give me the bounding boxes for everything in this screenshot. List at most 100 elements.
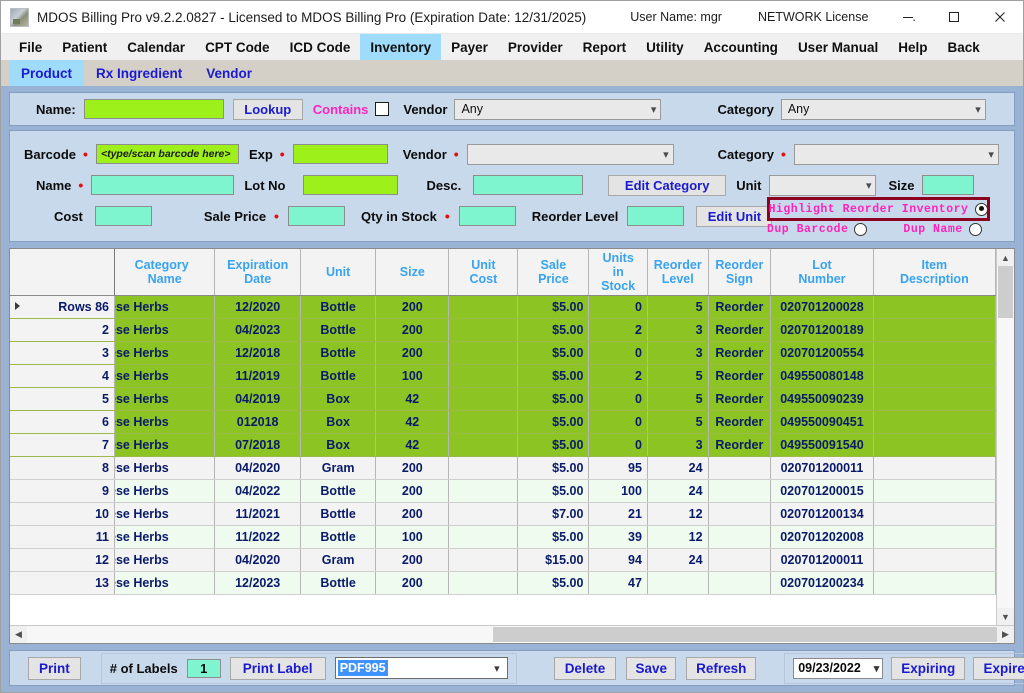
row-header-cell[interactable]: Rows 86 [10,296,115,319]
cell-category[interactable]: ese Herbs [115,480,215,503]
cell-reorder-sign[interactable]: Reorder [708,319,771,342]
column-header-reorder-sign[interactable]: ReorderSign [708,249,771,296]
expiring-button[interactable]: Expiring [891,657,965,680]
cell-category[interactable]: ese Herbs [115,342,215,365]
cell-lot-number[interactable]: 020701202008 [771,526,873,549]
cell-category[interactable]: ese Herbs [115,503,215,526]
column-header-reorder-level[interactable]: ReorderLevel [647,249,708,296]
cell-category[interactable]: ese Herbs [115,296,215,319]
contains-checkbox[interactable] [375,102,389,116]
cell-item-description[interactable] [873,319,995,342]
cell-size[interactable]: 200 [376,572,449,595]
cell-item-description[interactable] [873,457,995,480]
cell-units-in-stock[interactable]: 0 [589,342,648,365]
scroll-left-icon[interactable]: ◀ [10,626,27,643]
cell-reorder-level[interactable]: 5 [647,411,708,434]
cell-exp[interactable]: 11/2022 [215,526,301,549]
cell-units-in-stock[interactable]: 2 [589,365,648,388]
cell-size[interactable]: 200 [376,296,449,319]
cell-lot-number[interactable]: 020701200015 [771,480,873,503]
cell-size[interactable]: 200 [376,503,449,526]
cell-category[interactable]: ese Herbs [115,457,215,480]
cell-reorder-level[interactable] [647,572,708,595]
save-button[interactable]: Save [626,657,676,680]
cell-exp[interactable]: 012018 [215,411,301,434]
delete-button[interactable]: Delete [554,657,617,680]
row-header-cell[interactable]: 2 [10,319,115,342]
cell-reorder-sign[interactable] [708,457,771,480]
row-header-cell[interactable]: 7 [10,434,115,457]
sale-price-input[interactable] [288,206,345,226]
row-header-cell[interactable]: 5 [10,388,115,411]
cell-reorder-level[interactable]: 3 [647,434,708,457]
cell-reorder-sign[interactable]: Reorder [708,411,771,434]
table-row[interactable]: 11ese Herbs11/2022Bottle100$5.0039120207… [10,526,996,549]
size-input[interactable] [922,175,974,195]
search-category-select[interactable]: Any ▾ [781,99,986,120]
detail-unit-select[interactable]: ▾ [769,175,876,196]
cell-lot-number[interactable]: 049550090239 [771,388,873,411]
vertical-scroll-track[interactable] [997,266,1014,608]
cell-unit-cost[interactable] [449,388,518,411]
cell-unit[interactable]: Bottle [301,342,376,365]
reorder-level-input[interactable] [627,206,684,226]
cell-reorder-level[interactable]: 12 [647,526,708,549]
menu-item-utility[interactable]: Utility [636,34,694,60]
row-header-cell[interactable]: 9 [10,480,115,503]
highlight-reorder-inventory-radio[interactable] [975,203,988,216]
column-header-sale-price[interactable]: SalePrice [518,249,589,296]
cell-sale-price[interactable]: $5.00 [518,411,589,434]
menu-item-inventory[interactable]: Inventory [360,34,441,60]
column-header-rownum[interactable] [10,249,115,296]
print-button[interactable]: Print [28,657,81,680]
row-header-cell[interactable]: 11 [10,526,115,549]
cell-reorder-level[interactable]: 12 [647,503,708,526]
cell-reorder-level[interactable]: 24 [647,457,708,480]
table-row[interactable]: Rows 86ese Herbs12/2020Bottle200$5.0005R… [10,296,996,319]
menu-item-file[interactable]: File [9,34,52,60]
column-header-lot-number[interactable]: LotNumber [771,249,873,296]
row-header-cell[interactable]: 13 [10,572,115,595]
cell-item-description[interactable] [873,342,995,365]
cell-reorder-sign[interactable] [708,572,771,595]
cell-unit[interactable]: Bottle [301,319,376,342]
cell-lot-number[interactable]: 020701200028 [771,296,873,319]
cell-category[interactable]: ese Herbs [115,411,215,434]
cell-unit[interactable]: Box [301,388,376,411]
horizontal-scroll-thumb[interactable] [493,627,997,642]
menu-item-accounting[interactable]: Accounting [694,34,788,60]
cell-reorder-sign[interactable]: Reorder [708,365,771,388]
scroll-down-icon[interactable]: ▼ [997,608,1014,625]
table-row[interactable]: 3ese Herbs12/2018Bottle200$5.0003Reorder… [10,342,996,365]
cell-lot-number[interactable]: 020701200011 [771,549,873,572]
row-header-cell[interactable]: 10 [10,503,115,526]
cell-sale-price[interactable]: $15.00 [518,549,589,572]
cell-exp[interactable]: 04/2019 [215,388,301,411]
cell-unit-cost[interactable] [449,549,518,572]
cell-category[interactable]: ese Herbs [115,434,215,457]
detail-vendor-select[interactable]: ▾ [467,144,674,165]
expiry-date-select[interactable]: 09/23/2022 ▾ [793,658,883,679]
cell-reorder-level[interactable]: 5 [647,365,708,388]
printer-select[interactable]: PDF995 ▾ [335,657,508,679]
cell-sale-price[interactable]: $5.00 [518,296,589,319]
cell-unit[interactable]: Bottle [301,526,376,549]
print-label-button[interactable]: Print Label [230,657,326,680]
cell-unit[interactable]: Gram [301,549,376,572]
cell-units-in-stock[interactable]: 0 [589,296,648,319]
cell-size[interactable]: 200 [376,457,449,480]
cell-exp[interactable]: 12/2020 [215,296,301,319]
cell-exp[interactable]: 07/2018 [215,434,301,457]
cell-size[interactable]: 200 [376,549,449,572]
cell-item-description[interactable] [873,365,995,388]
menu-item-patient[interactable]: Patient [52,34,117,60]
cell-item-description[interactable] [873,296,995,319]
cell-sale-price[interactable]: $5.00 [518,457,589,480]
search-name-input[interactable] [84,99,224,119]
cell-unit-cost[interactable] [449,365,518,388]
column-header-expiration-date[interactable]: ExpirationDate [215,249,301,296]
cell-lot-number[interactable]: 020701200189 [771,319,873,342]
cell-category[interactable]: ese Herbs [115,549,215,572]
cell-exp[interactable]: 11/2021 [215,503,301,526]
vertical-scrollbar[interactable]: ▲ ▼ [996,249,1014,625]
